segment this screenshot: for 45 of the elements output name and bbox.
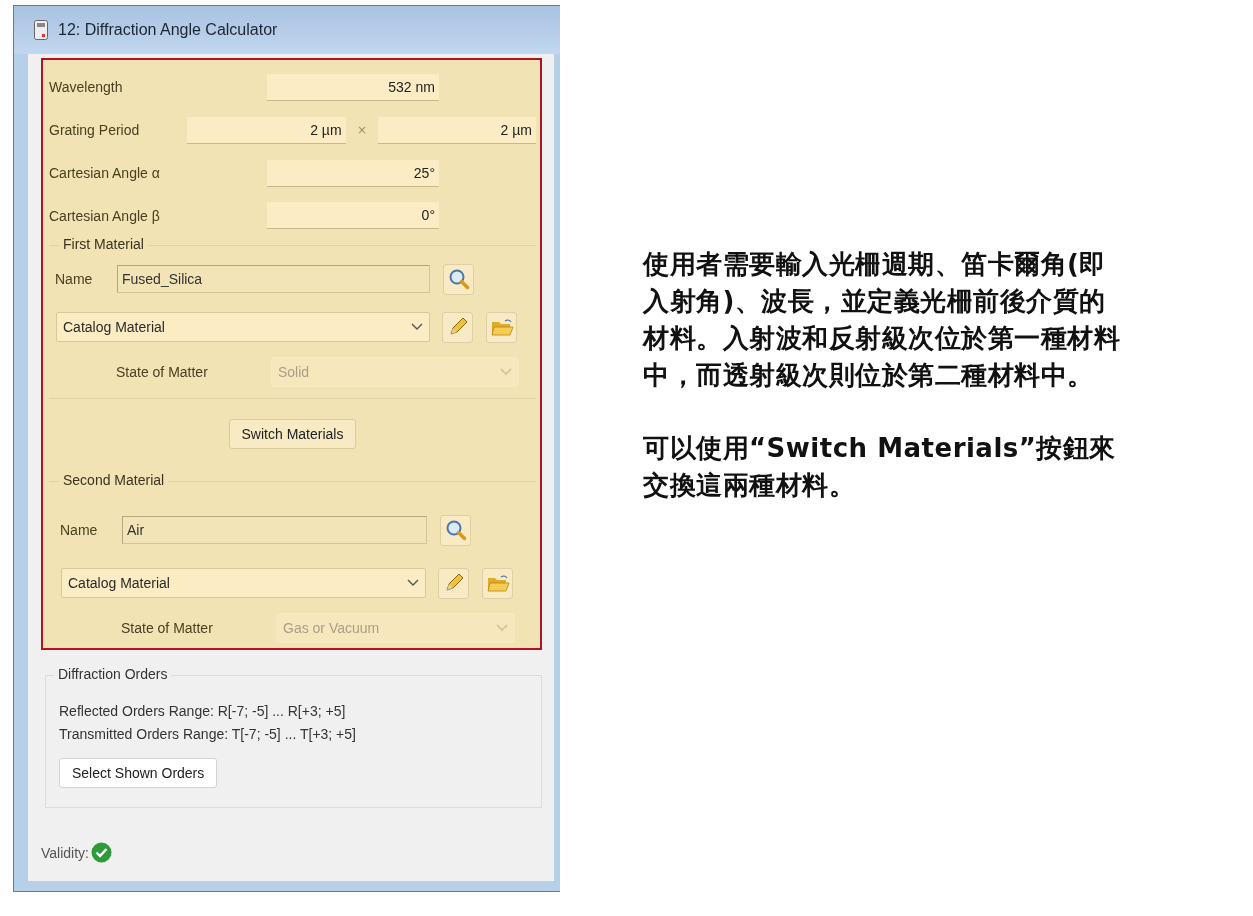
edit-button[interactable] <box>438 567 469 599</box>
orders-range-text: Transmitted Orders Range: T[-7; -5] ... T[+3; +5] <box>59 725 357 744</box>
field-label: Wavelength <box>49 79 124 96</box>
times-sign: × <box>355 123 369 138</box>
field-label: Name <box>60 522 99 538</box>
search-button[interactable] <box>443 263 474 295</box>
open-folder-button[interactable] <box>486 311 517 343</box>
search-icon <box>444 519 467 541</box>
select-shown-orders-button[interactable]: Select Shown Orders <box>59 758 218 788</box>
open-folder-button[interactable] <box>482 567 513 599</box>
calculator-icon <box>34 20 48 40</box>
edit-button[interactable] <box>442 311 473 343</box>
switch-materials-button[interactable]: Switch Materials <box>228 419 357 450</box>
material-type-dropdown[interactable]: Catalog Material <box>56 312 430 343</box>
state-dropdown: Solid <box>271 357 519 388</box>
annotation-paragraph: 使用者需要輸入光柵週期、笛卡爾角(即入射角)、波長，並定義光柵前後介質的材料。入射波和反射級次位於第一種材料中，而透射級次則位於第二種材料中。 <box>643 248 1121 392</box>
chevron-icon <box>411 323 423 332</box>
value-field[interactable]: 0° <box>267 202 439 230</box>
folder-icon <box>489 316 514 339</box>
field-label: Cartesian Angle β <box>49 207 161 224</box>
value-field[interactable]: 2 µm <box>378 116 536 144</box>
validity-label: Validity: <box>41 844 89 861</box>
material-type-dropdown[interactable]: Catalog Material <box>61 568 426 598</box>
search-icon <box>447 268 470 291</box>
search-button[interactable] <box>440 514 471 546</box>
chevron-icon <box>500 368 512 377</box>
folder-icon <box>485 572 510 594</box>
chevron-icon <box>407 579 419 587</box>
annotation-paragraph: 可以使用“Switch Materials”按鈕來交換這兩種材料。 <box>643 432 1117 502</box>
value-field[interactable]: 25° <box>267 159 439 187</box>
field-label: Name <box>55 271 94 288</box>
orders-range-text: Reflected Orders Range: R[-7; -5] ... R[+3; +5] <box>59 702 347 721</box>
name-field[interactable]: Fused_Silica <box>117 265 430 294</box>
name-field[interactable]: Air <box>122 516 427 544</box>
field-label: State of Matter <box>121 620 214 636</box>
chevron-icon <box>496 624 508 632</box>
window-title: 12: Diffraction Angle Calculator <box>58 21 278 39</box>
field-label: Cartesian Angle α <box>49 165 161 182</box>
state-dropdown: Gas or Vacuum <box>276 613 515 643</box>
field-label: Grating Period <box>49 122 141 139</box>
value-field[interactable]: 532 nm <box>267 73 439 101</box>
group-title: Diffraction Orders <box>54 666 172 682</box>
value-field[interactable]: 2 µm <box>187 116 346 144</box>
group-title: Second Material <box>59 472 169 488</box>
field-label: State of Matter <box>116 364 209 381</box>
